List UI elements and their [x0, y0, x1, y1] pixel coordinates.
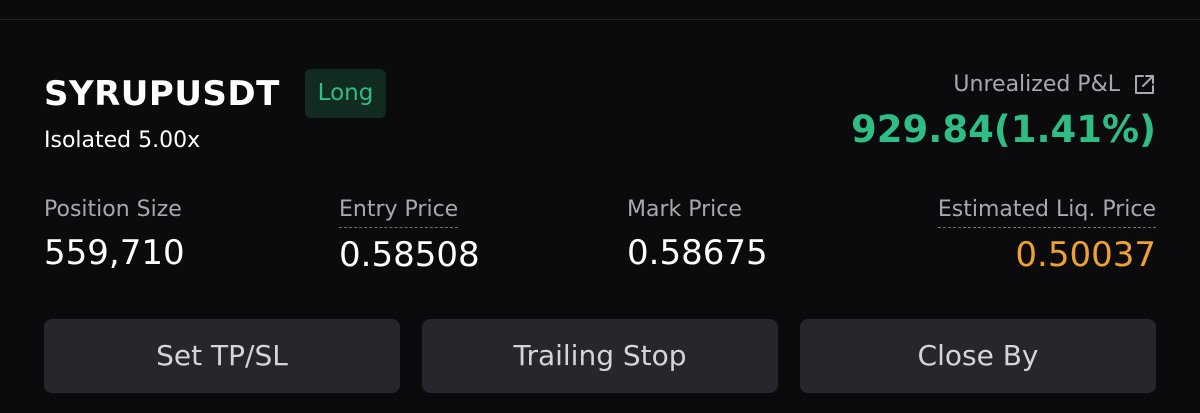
side-badge: Long — [305, 69, 386, 118]
entry-price-value: 0.58508 — [339, 235, 480, 275]
mark-price-stat: Mark Price 0.58675 — [627, 194, 768, 274]
pnl-value: 929.84(1.41%) — [851, 108, 1156, 151]
mark-price-label: Mark Price — [627, 197, 742, 222]
entry-price-stat: Entry Price 0.58508 — [339, 194, 480, 276]
liq-price-stat: Estimated Liq. Price 0.50037 — [937, 194, 1156, 276]
entry-price-label[interactable]: Entry Price — [339, 194, 459, 228]
pnl-label: Unrealized P&L — [953, 72, 1120, 97]
symbol-title[interactable]: SYRUPUSDT — [44, 72, 280, 116]
position-size-label: Position Size — [44, 197, 182, 222]
external-link-icon[interactable] — [1132, 73, 1156, 97]
liq-price-value: 0.50037 — [1015, 235, 1156, 275]
position-size-stat: Position Size 559,710 — [44, 194, 185, 274]
liq-price-label[interactable]: Estimated Liq. Price — [937, 194, 1156, 228]
position-size-value: 559,710 — [44, 233, 185, 273]
set-tpsl-button[interactable]: Set TP/SL — [44, 319, 400, 393]
pnl-header: Unrealized P&L — [953, 70, 1156, 100]
position-screen: SYRUPUSDT Long Isolated 5.00x Unrealized… — [0, 0, 1200, 413]
margin-mode-label[interactable]: Isolated 5.00x — [44, 126, 200, 156]
close-by-button[interactable]: Close By — [800, 319, 1156, 393]
trailing-stop-button[interactable]: Trailing Stop — [422, 319, 778, 393]
mark-price-value: 0.58675 — [627, 233, 768, 273]
